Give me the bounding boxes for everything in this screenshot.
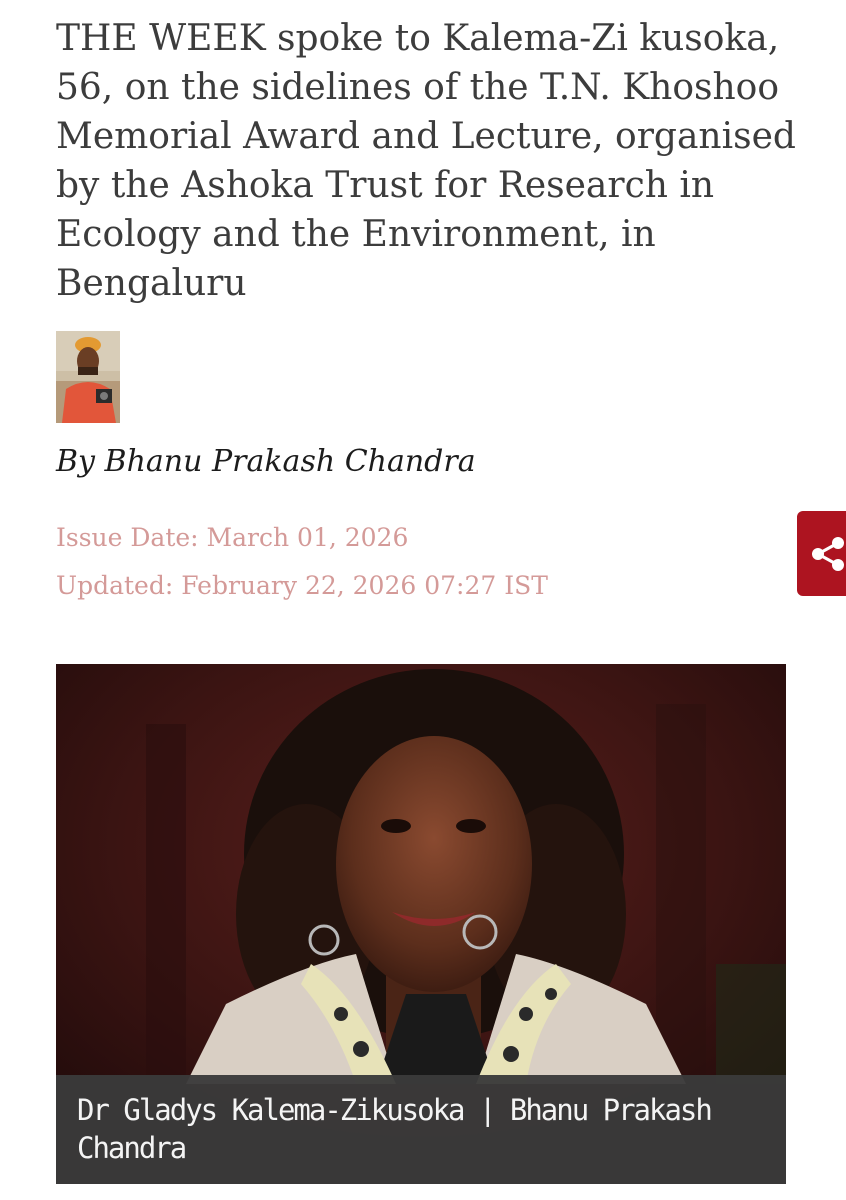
issue-date: Issue Date: March 01, 2026	[56, 523, 409, 552]
article-dek: THE WEEK spoke to Kalema-Zi kusoka, 56, …	[56, 18, 796, 304]
author-avatar-image	[56, 331, 120, 423]
updated-date: Updated: February 22, 2026 07:27 IST	[56, 571, 548, 600]
hero-image[interactable]: Dr Gladys Kalema-Zikusoka | Bhanu Prakas…	[56, 664, 786, 1184]
image-caption: Dr Gladys Kalema-Zikusoka | Bhanu Prakas…	[77, 1093, 713, 1165]
article-page: THE WEEK spoke to Kalema-Zi kusoka, 56, …	[0, 0, 846, 1200]
author-avatar[interactable]	[56, 331, 120, 423]
share-icon	[812, 537, 844, 571]
caption-bar: Dr Gladys Kalema-Zikusoka | Bhanu Prakas…	[56, 1075, 786, 1184]
author-byline[interactable]: By Bhanu Prakash Chandra	[56, 440, 476, 484]
share-button[interactable]	[797, 511, 846, 596]
